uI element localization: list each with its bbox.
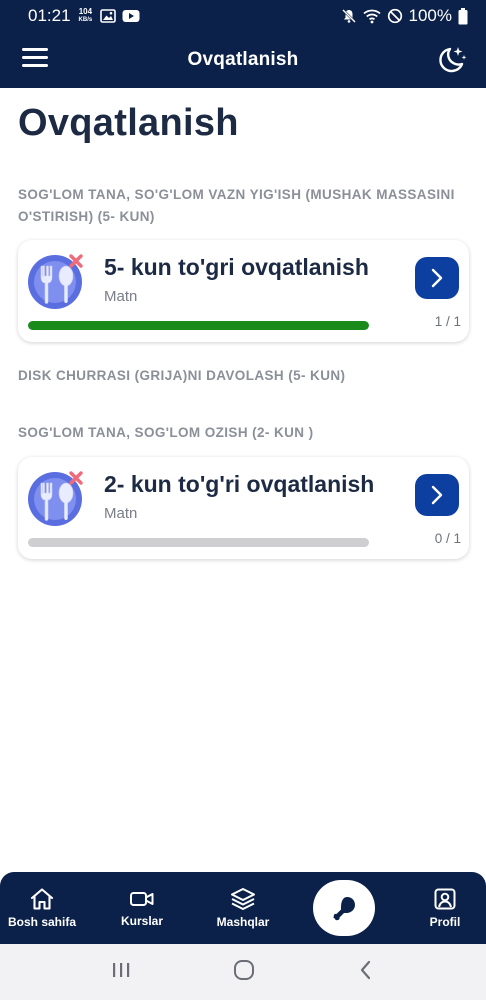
battery-icon bbox=[458, 7, 468, 24]
status-right: 100% bbox=[341, 6, 468, 26]
wifi-icon bbox=[362, 9, 381, 24]
chicken-leg-icon bbox=[333, 897, 355, 921]
nav-exercises[interactable]: Mashqlar bbox=[208, 872, 278, 944]
nav-nutrition[interactable] bbox=[313, 880, 375, 936]
status-left: 01:21 104 KB/s bbox=[28, 6, 140, 26]
chevron-right-icon bbox=[431, 485, 443, 505]
video-icon bbox=[130, 892, 154, 906]
card-subtitle: Matn bbox=[104, 288, 138, 305]
card-title: 2- kun to'g'ri ovqatlanish bbox=[104, 471, 375, 497]
battery-percent: 100% bbox=[408, 6, 452, 25]
nav-label: Bosh sahifa bbox=[7, 915, 76, 929]
section-label: DISK CHURRASI (GRIJA)NI DAVOLASH (5- KUN… bbox=[18, 368, 346, 383]
no-sync-icon bbox=[387, 8, 402, 24]
back-system-button[interactable] bbox=[356, 959, 376, 986]
app-bar: Ovqatlanish bbox=[0, 32, 486, 88]
section-label: SOG'LOM TANA, SOG'LOM OZISH (2- KUN ) bbox=[18, 425, 314, 440]
mute-icon bbox=[341, 9, 356, 23]
menu-button[interactable] bbox=[22, 48, 48, 70]
nav-label: Kurslar bbox=[120, 914, 164, 928]
youtube-icon bbox=[122, 10, 140, 22]
card-title: 5- kun to'gri ovqatlanish bbox=[104, 254, 369, 280]
home-circle-icon bbox=[234, 959, 254, 980]
recent-apps-icon bbox=[113, 962, 130, 977]
progress-bar bbox=[28, 321, 369, 330]
home-icon bbox=[30, 888, 54, 910]
status-time: 01:21 bbox=[28, 6, 71, 25]
progress-fill bbox=[28, 321, 369, 330]
network-speed-unit: KB/s bbox=[78, 17, 93, 23]
nav-courses[interactable]: Kurslar bbox=[107, 872, 177, 944]
menu-icon-line bbox=[22, 48, 48, 51]
network-speed: 104 KB/s bbox=[79, 8, 93, 24]
theme-toggle-button[interactable] bbox=[434, 42, 468, 76]
plate-cutlery-icon bbox=[28, 471, 83, 526]
card-subtitle: Matn bbox=[104, 505, 138, 522]
system-navigation-bar bbox=[0, 944, 486, 1000]
progress-count: 1 / 1 bbox=[434, 314, 461, 329]
back-chevron-icon bbox=[360, 960, 371, 979]
open-card-button[interactable] bbox=[415, 257, 459, 299]
menu-icon-line bbox=[22, 56, 48, 59]
progress-bar bbox=[28, 538, 369, 547]
chevron-right-icon bbox=[431, 268, 443, 288]
nav-label: Profil bbox=[429, 915, 461, 929]
menu-icon-line bbox=[22, 64, 48, 67]
layers-icon bbox=[231, 888, 255, 910]
open-card-button[interactable] bbox=[415, 474, 459, 516]
network-speed-value: 104 bbox=[78, 7, 93, 16]
meal-plan-card[interactable]: 2- kun to'g'ri ovqatlanish Matn 0 / 1 bbox=[18, 457, 469, 559]
meal-plan-card[interactable]: 5- kun to'gri ovqatlanish Matn 1 / 1 bbox=[18, 240, 469, 342]
profile-icon bbox=[434, 888, 456, 910]
status-bar: 01:21 104 KB/s 100% bbox=[0, 0, 486, 32]
plate-cutlery-icon bbox=[28, 254, 83, 309]
gallery-icon bbox=[100, 9, 117, 23]
bottom-nav: Bosh sahifa Kurslar Mashqlar Profil bbox=[0, 872, 486, 944]
section-label: SOG'LOM TANA, SO'G'LOM VAZN YIG'ISH (MUS… bbox=[18, 187, 455, 224]
recent-apps-button[interactable] bbox=[110, 960, 132, 985]
nav-label: Mashqlar bbox=[216, 915, 270, 929]
home-system-button[interactable] bbox=[232, 958, 256, 987]
app-bar-title: Ovqatlanish bbox=[187, 49, 299, 70]
nav-profile[interactable]: Profil bbox=[410, 872, 480, 944]
page-title: Ovqatlanish bbox=[18, 102, 239, 144]
nav-home[interactable]: Bosh sahifa bbox=[2, 872, 82, 944]
progress-count: 0 / 1 bbox=[434, 531, 461, 546]
moon-stars-icon bbox=[439, 47, 467, 73]
